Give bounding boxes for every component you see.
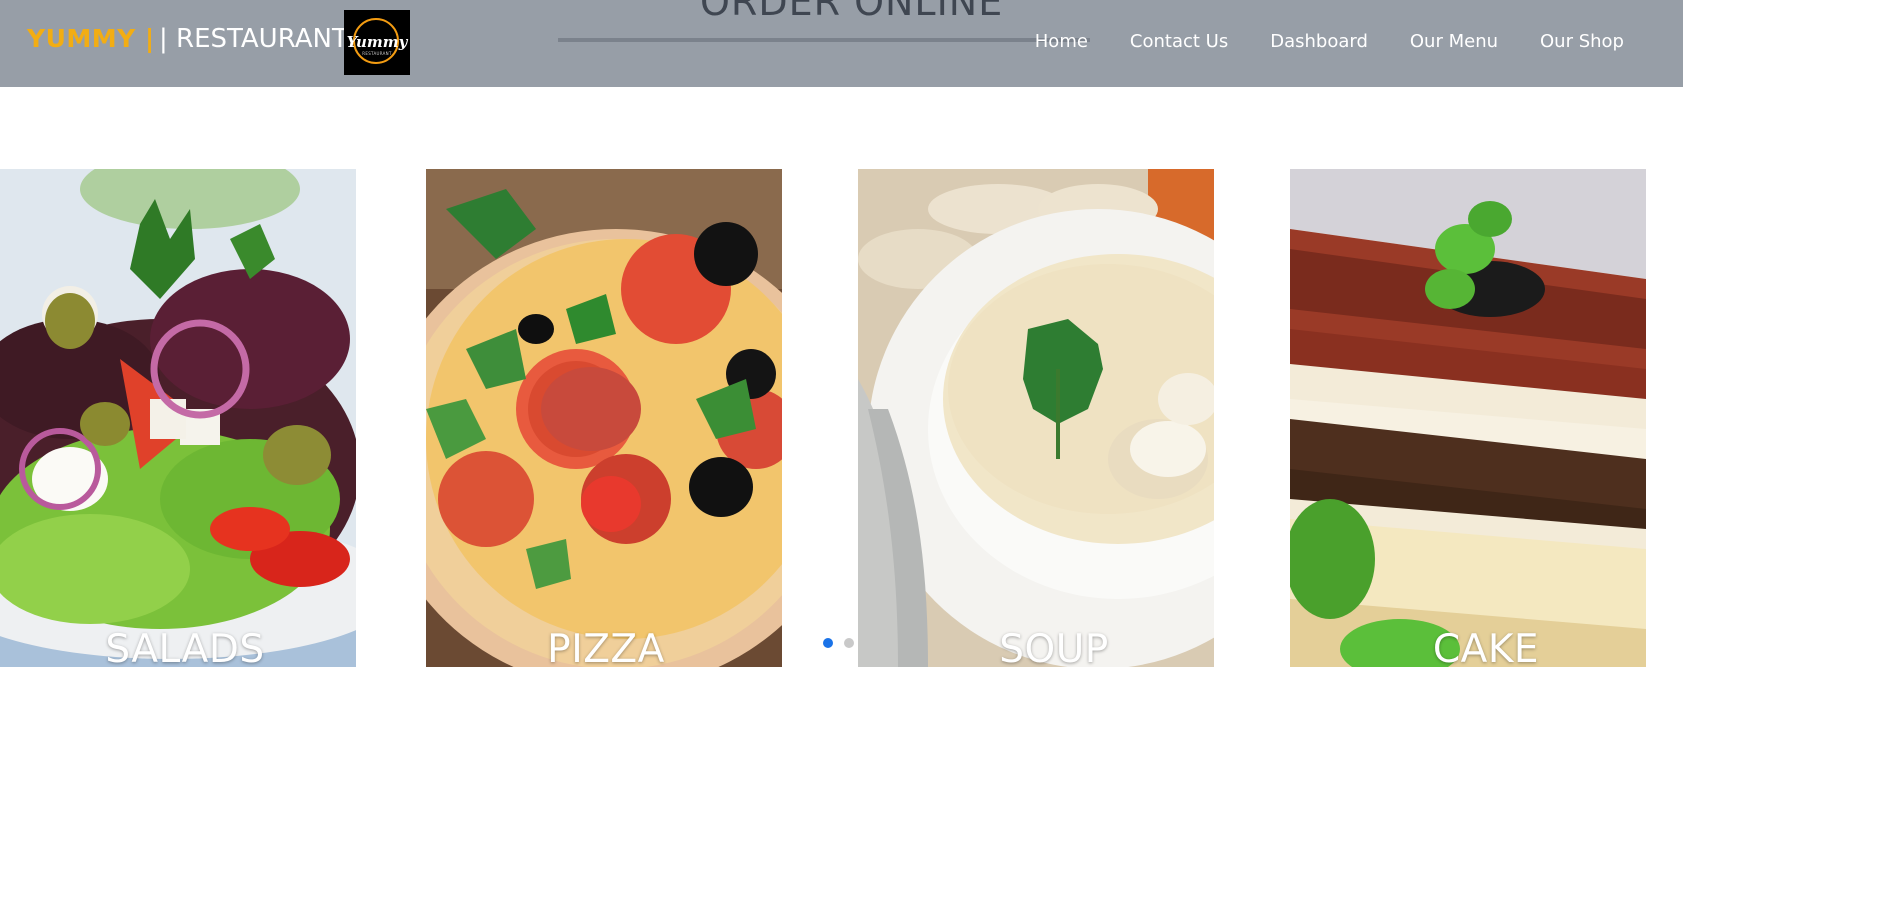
carousel-dots bbox=[823, 638, 854, 648]
salad-image bbox=[0, 169, 356, 667]
cake-image bbox=[1290, 169, 1646, 667]
navbar: ORDER ONLINE YUMMY | | RESTAURANT | Yumm… bbox=[0, 0, 1683, 87]
pizza-image bbox=[426, 169, 782, 667]
card-soup[interactable]: SOUP bbox=[858, 169, 1214, 667]
nav-our-menu[interactable]: Our Menu bbox=[1389, 31, 1519, 52]
restaurant-logo[interactable]: Yummy RESTAURANT bbox=[344, 10, 410, 75]
logo-word: Yummy bbox=[346, 33, 408, 51]
card-label-soup: SOUP bbox=[999, 627, 1109, 667]
order-online-heading: ORDER ONLINE bbox=[700, 0, 1004, 24]
nav-our-shop[interactable]: Our Shop bbox=[1519, 31, 1645, 52]
main-nav: Home Contact Us Dashboard Our Menu Our S… bbox=[1014, 31, 1645, 52]
card-label-pizza: PIZZA bbox=[547, 627, 665, 667]
nav-home[interactable]: Home bbox=[1014, 31, 1109, 52]
card-cake[interactable]: CAKE bbox=[1290, 169, 1646, 667]
brand-restaurant-text: | RESTAURANT | bbox=[159, 24, 365, 54]
card-salads[interactable]: SALADS bbox=[0, 169, 356, 667]
card-label-salads: SALADS bbox=[105, 627, 265, 667]
carousel-dot-1[interactable] bbox=[823, 638, 833, 648]
heading-underline bbox=[558, 38, 1090, 42]
card-pizza[interactable]: PIZZA bbox=[426, 169, 782, 667]
nav-contact-us[interactable]: Contact Us bbox=[1109, 31, 1249, 52]
card-label-cake: CAKE bbox=[1432, 627, 1540, 667]
brand-yummy-text[interactable]: YUMMY | bbox=[27, 24, 155, 53]
logo-subtext: RESTAURANT bbox=[362, 51, 392, 56]
soup-image bbox=[858, 169, 1214, 667]
nav-dashboard[interactable]: Dashboard bbox=[1249, 31, 1389, 52]
carousel-dot-2[interactable] bbox=[844, 638, 854, 648]
